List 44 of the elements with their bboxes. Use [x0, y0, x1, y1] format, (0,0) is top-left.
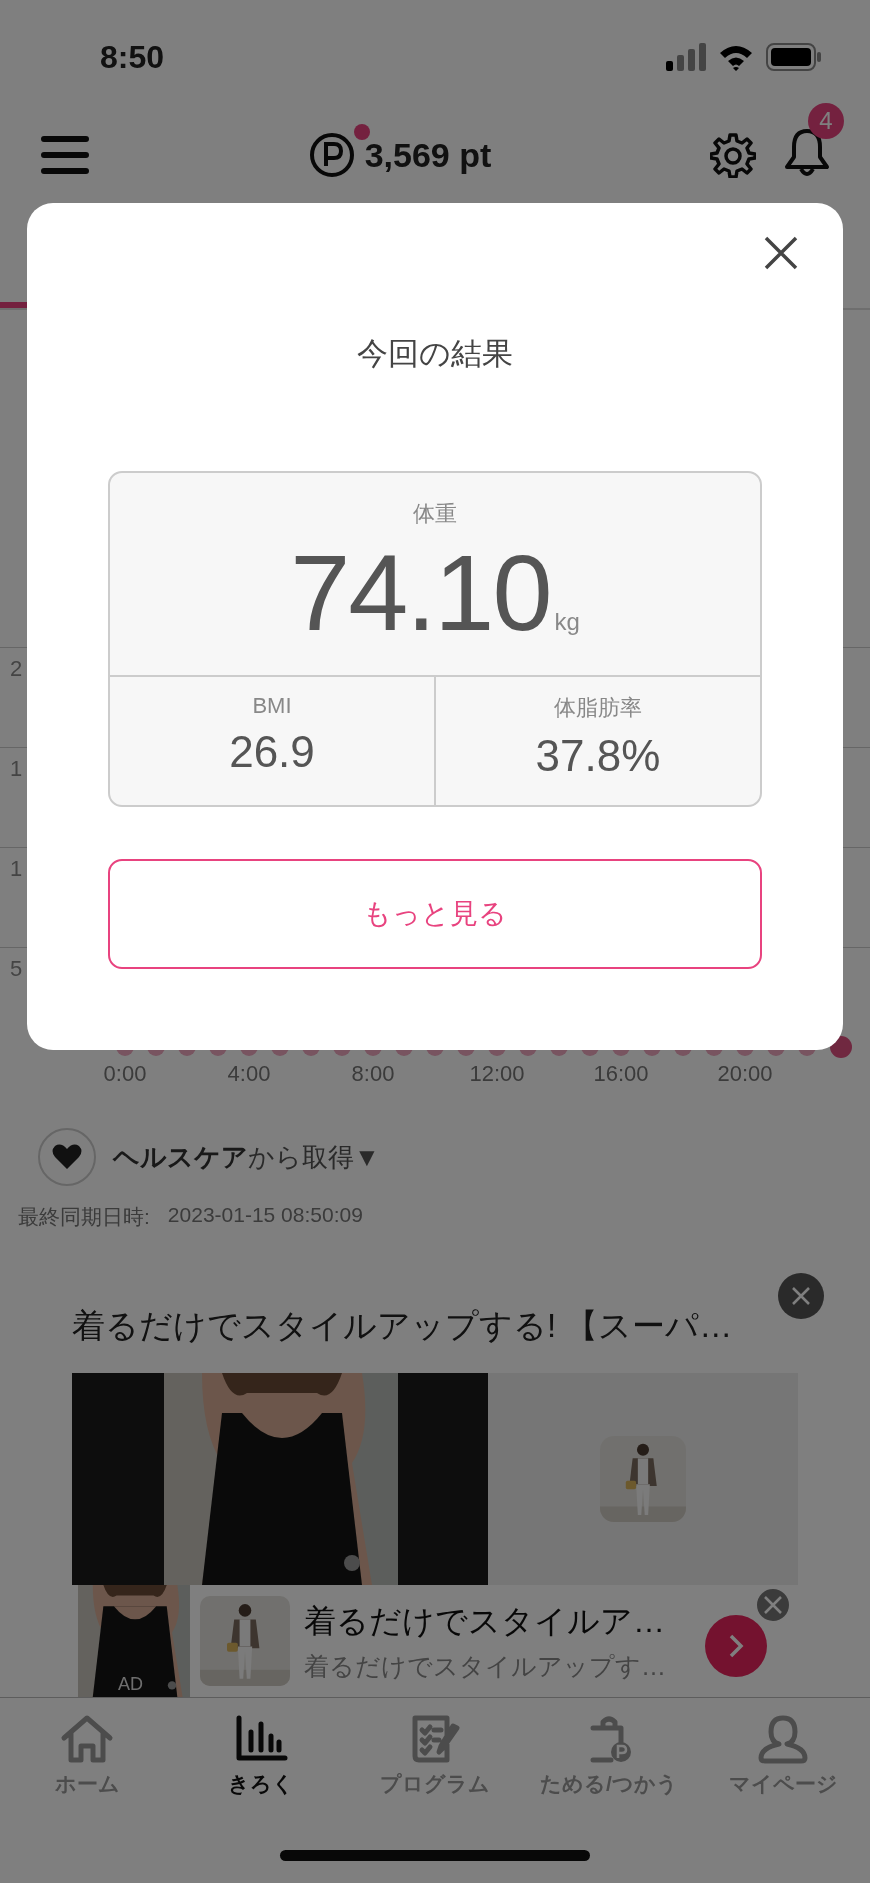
axis-label: 4:00 — [226, 1061, 272, 1087]
axis-label: 20:00 — [716, 1061, 774, 1087]
axis-label: 8:00 — [350, 1061, 396, 1087]
points-balance[interactable]: 3,569 pt — [364, 135, 492, 175]
bell-icon[interactable] — [784, 127, 830, 179]
tab-indicator — [0, 302, 28, 308]
metric-value: 37.8% — [535, 731, 661, 781]
axis-label: 16:00 — [592, 1061, 650, 1087]
nav-tab[interactable]: きろく — [174, 1706, 348, 1830]
battery-icon — [766, 43, 822, 71]
metric-value: 26.9 — [229, 727, 315, 777]
status-time: 8:50 — [100, 37, 165, 76]
axis-label: 1 — [10, 756, 23, 782]
weight-label: 体重 — [413, 500, 457, 528]
axis-label: 0:00 — [102, 1061, 148, 1087]
last-sync-time: 2023-01-15 08:50:09 — [167, 1203, 363, 1228]
last-sync-label: 最終同期日時: — [18, 1204, 150, 1230]
metric-label: BMI — [252, 693, 292, 719]
settings-icon[interactable] — [710, 132, 756, 178]
axis-label: 5 — [10, 956, 23, 982]
axis-label: 1 — [10, 856, 23, 882]
ad-card-title[interactable]: 着るだけでスタイルア… — [304, 1599, 666, 1644]
ad-close-button[interactable] — [755, 1587, 791, 1623]
axis-label: 2 — [10, 656, 23, 682]
close-icon — [763, 235, 799, 271]
points-icon — [308, 132, 355, 178]
close-icon — [762, 1594, 784, 1616]
wifi-icon — [718, 43, 754, 71]
ad-card-subtitle: 着るだけでスタイルアップす… — [304, 1650, 666, 1682]
ad-title[interactable]: 着るだけでスタイルアップする! 【スーパ… — [72, 1303, 733, 1349]
menu-icon[interactable] — [40, 133, 90, 177]
healthcare-source-link[interactable]: ヘルスケアから取得▼ — [113, 1139, 380, 1175]
weight-unit: kg — [554, 608, 580, 636]
notification-badge: 4 — [808, 103, 844, 139]
axis-label: 12:00 — [468, 1061, 526, 1087]
dialog-title: 今回の結果 — [357, 335, 513, 373]
see-more-button[interactable]: もっと見る — [108, 859, 762, 969]
home-icon — [59, 1714, 115, 1764]
metric-label: 体脂肪率 — [554, 694, 642, 722]
ad-label: AD — [118, 1674, 143, 1695]
weight-value: 74.10 — [290, 531, 551, 655]
close-icon — [790, 1285, 812, 1307]
ad-close-button[interactable] — [778, 1273, 824, 1319]
signal-icon — [666, 43, 706, 71]
